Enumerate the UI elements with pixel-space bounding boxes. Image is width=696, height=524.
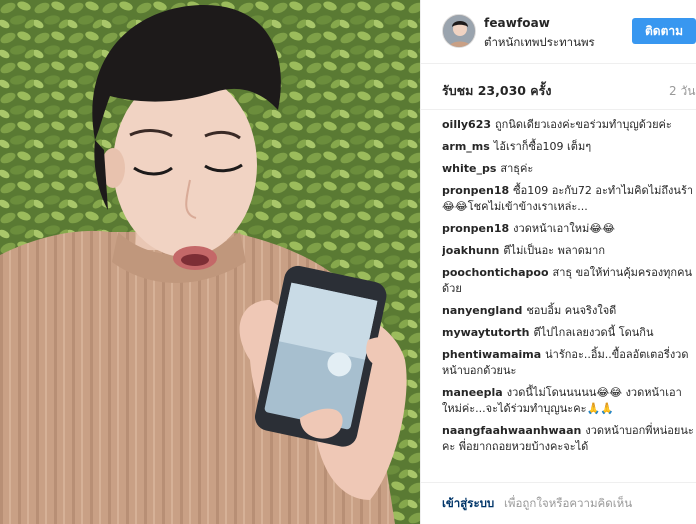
username-link[interactable]: feawfoaw <box>484 16 550 30</box>
comment-item: oilly623 ถูกนิดเดียวเองค่ะขอร่วมทำบุญด้วย… <box>442 117 696 133</box>
comment-item: joakhunn ตีไม่เป็นอะ พลาดมาก <box>442 243 696 259</box>
login-link[interactable]: เข้าสู่ระบบ <box>442 495 494 513</box>
comment-username[interactable]: poochontichapoo <box>442 266 549 279</box>
avatar-image <box>443 15 475 47</box>
follow-button[interactable]: ติดตาม <box>632 18 696 44</box>
comment-username[interactable]: pronpen18 <box>442 222 509 235</box>
comment-username[interactable]: joakhunn <box>442 244 499 257</box>
comment-username[interactable]: mywaytutorth <box>442 326 529 339</box>
comment-item: arm_ms ไอ้เราก็ซื้อ109 เต็มๆ <box>442 139 696 155</box>
comment-username[interactable]: maneepla <box>442 386 503 399</box>
comment-item: nanyengland ชอบอิ้ม คนจริงใจดี <box>442 303 696 319</box>
comment-item: naangfaahwaanhwaan งวดหน้าบอกพี่หน่อยนะคะ… <box>442 423 696 455</box>
comment-item: pronpen18 ซื้อ109 อะกับ72 อะทำไมคิดไม่ถึง… <box>442 183 696 215</box>
comment-footer: เข้าสู่ระบบ เพื่อถูกใจหรือความคิดเห็น <box>421 482 696 524</box>
comment-text: ไอ้เราก็ซื้อ109 เต็มๆ <box>493 140 592 153</box>
comment-item: mywaytutorth ตีไปไกลเลยงวดนี้ โดนกิน <box>442 325 696 341</box>
comment-text: งวดหน้าเอาใหม่😂😂 <box>513 222 615 235</box>
post-header: feawfoaw ตำหนักเทพประทานพร ติดตาม <box>421 0 696 64</box>
comment-username[interactable]: pronpen18 <box>442 184 509 197</box>
comment-username[interactable]: phentiwamaima <box>442 348 541 361</box>
comment-username[interactable]: oilly623 <box>442 118 491 131</box>
comment-text: ตีไม่เป็นอะ พลาดมาก <box>503 244 605 257</box>
comment-item: poochontichapoo สาธุ ขอให้ท่านคุ้มครองทุก… <box>442 265 696 297</box>
location-link[interactable]: ตำหนักเทพประทานพร <box>484 34 612 52</box>
comment-item: pronpen18 งวดหน้าเอาใหม่😂😂 <box>442 221 696 237</box>
avatar[interactable] <box>442 14 476 48</box>
post-time[interactable]: 2 วัน <box>669 82 695 101</box>
comment-item: white_ps สาธุค่ะ <box>442 161 696 177</box>
post-photo[interactable] <box>0 0 420 524</box>
comment-username[interactable]: nanyengland <box>442 304 522 317</box>
comment-username[interactable]: naangfaahwaanhwaan <box>442 424 581 437</box>
comment-text: ตีไปไกลเลยงวดนี้ โดนกิน <box>533 326 654 339</box>
comment-text: สาธุค่ะ <box>500 162 534 175</box>
login-hint: เพื่อถูกใจหรือความคิดเห็น <box>504 496 633 510</box>
comment-item: maneepla งวดนี้ไม่โดนนนนน😂😂 งวดหน้าเอาใหม… <box>442 385 696 417</box>
comment-text: ชอบอิ้ม คนจริงใจดี <box>526 304 617 317</box>
comment-list[interactable]: oilly623 ถูกนิดเดียวเองค่ะขอร่วมทำบุญด้วย… <box>442 117 696 483</box>
view-count: รับชม 23,030 ครั้ง <box>442 83 552 98</box>
post-meta: รับชม 23,030 ครั้ง 2 วัน <box>421 64 696 110</box>
post-panel: feawfoaw ตำหนักเทพประทานพร ติดตาม รับชม … <box>420 0 696 524</box>
post-photo-illustration <box>0 0 420 524</box>
comment-item: phentiwamaima น่ารักอะ..อิ้ม..ขื้อลอัตเตอ… <box>442 347 696 379</box>
comment-username[interactable]: arm_ms <box>442 140 490 153</box>
comment-username[interactable]: white_ps <box>442 162 496 175</box>
comment-text: ถูกนิดเดียวเองค่ะขอร่วมทำบุญด้วยค่ะ <box>495 118 672 131</box>
